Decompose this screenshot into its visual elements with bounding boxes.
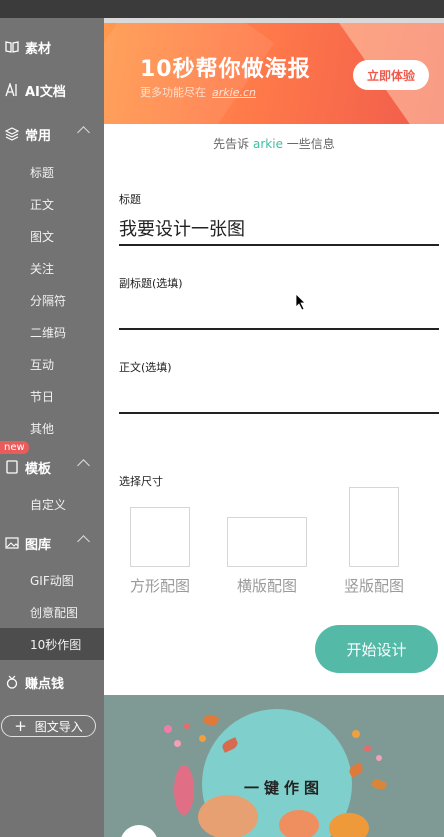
decoration-dot <box>199 735 206 742</box>
sidebar-item-common[interactable]: 常用 <box>0 114 104 154</box>
sidebar-label-earn: 赚点钱 <box>25 676 65 692</box>
sidebar-subitem-title[interactable]: 标题 <box>0 156 104 188</box>
size-option-portrait[interactable] <box>349 487 399 567</box>
title-input[interactable] <box>119 212 439 246</box>
one-click-design-illustration[interactable]: 一键作图 <box>104 695 444 837</box>
decoration-dot <box>164 725 172 733</box>
size-label-square[interactable]: 方形配图 <box>110 575 210 596</box>
mouse-cursor-icon <box>295 293 306 311</box>
promo-banner[interactable]: 10秒帮你做海报 更多功能尽在 arkie.cn 立即体验 <box>104 23 444 124</box>
sidebar-item-gallery[interactable]: 图库 <box>0 523 104 563</box>
size-label-portrait[interactable]: 竖版配图 <box>324 575 424 596</box>
intro-prefix: 先告诉 <box>213 137 250 151</box>
intro-suffix: 一些信息 <box>286 137 335 151</box>
medal-icon <box>6 675 18 689</box>
sidebar-label-gallery: 图库 <box>25 537 52 553</box>
template-icon <box>6 460 18 474</box>
sidebar-label-common: 常用 <box>25 128 52 144</box>
try-now-button[interactable]: 立即体验 <box>353 60 429 90</box>
banner-subtitle-text: 更多功能尽在 <box>140 86 206 99</box>
illustration-title: 一键作图 <box>244 779 325 797</box>
intro-brand: arkie <box>253 137 283 151</box>
sidebar-label-templates: 模板 <box>25 461 52 477</box>
sidebar-label-ai-docs: AI文档 <box>25 84 66 100</box>
sidebar-subitem-custom[interactable]: 自定义 <box>0 488 104 520</box>
sidebar-item-ai-docs[interactable]: AI文档 <box>0 70 104 110</box>
sidebar-subitem-creative-image[interactable]: 创意配图 <box>0 596 104 628</box>
window-top-bar <box>0 0 444 23</box>
sidebar-subitem-follow[interactable]: 关注 <box>0 252 104 284</box>
decoration-dot <box>174 740 181 747</box>
sidebar-subitem-divider[interactable]: 分隔符 <box>0 284 104 316</box>
decoration-flower <box>279 810 319 837</box>
decoration-dot <box>364 745 371 752</box>
sidebar-subitem-10s-design[interactable]: 10秒作图 <box>0 628 104 660</box>
decoration-dot <box>352 730 360 738</box>
banner-title: 10秒帮你做海报 <box>140 57 311 82</box>
sidebar-subitem-holiday[interactable]: 节日 <box>0 380 104 412</box>
decoration-dot <box>184 723 190 729</box>
start-design-button[interactable]: 开始设计 <box>315 625 438 673</box>
layers-icon <box>5 127 19 141</box>
sidebar: 素材 AI文档 常用 标题 正文 图文 关注 分隔符 二维码 互动 节日 其他 … <box>0 18 104 837</box>
banner-link[interactable]: arkie.cn <box>212 86 256 99</box>
sidebar-subitem-body[interactable]: 正文 <box>0 188 104 220</box>
import-button-label: 图文导入 <box>34 719 83 734</box>
image-icon <box>5 537 19 549</box>
sidebar-item-materials[interactable]: 素材 <box>0 27 104 67</box>
chevron-up-icon[interactable] <box>77 535 90 548</box>
sidebar-item-templates[interactable]: 模板 <box>0 447 104 487</box>
ai-icon <box>5 83 17 97</box>
decoration-flower <box>198 795 258 837</box>
sidebar-item-earn[interactable]: 赚点钱 <box>0 662 104 702</box>
import-button[interactable]: + 图文导入 <box>1 715 96 737</box>
size-label-landscape[interactable]: 横版配图 <box>217 575 317 596</box>
sidebar-subitem-interaction[interactable]: 互动 <box>0 348 104 380</box>
subtitle-input[interactable] <box>119 296 439 330</box>
banner-subtitle: 更多功能尽在 arkie.cn <box>140 84 256 100</box>
chevron-up-icon[interactable] <box>77 126 90 139</box>
decoration-leaf <box>370 777 388 792</box>
sidebar-subitem-image-text[interactable]: 图文 <box>0 220 104 252</box>
chevron-up-icon[interactable] <box>77 459 90 472</box>
size-label: 选择尺寸 <box>119 475 163 488</box>
decoration-pumpkin <box>329 813 369 837</box>
decoration-petal <box>174 765 194 815</box>
decoration-leaf <box>202 712 220 728</box>
decoration-dot <box>376 755 382 761</box>
book-icon <box>5 41 19 53</box>
sidebar-label-materials: 素材 <box>25 41 52 57</box>
sidebar-subitem-other[interactable]: 其他 <box>0 412 104 444</box>
body-input[interactable] <box>119 380 439 414</box>
intro-text: 先告诉 arkie 一些信息 <box>104 135 444 152</box>
body-label: 正文(选填) <box>119 361 172 374</box>
sidebar-subitem-gif[interactable]: GIF动图 <box>0 564 104 596</box>
size-option-landscape[interactable] <box>227 517 307 567</box>
plus-icon: + <box>14 716 27 735</box>
size-option-square[interactable] <box>130 507 190 567</box>
subtitle-label: 副标题(选填) <box>119 277 183 290</box>
sidebar-subitem-qrcode[interactable]: 二维码 <box>0 316 104 348</box>
title-label: 标题 <box>119 193 141 206</box>
